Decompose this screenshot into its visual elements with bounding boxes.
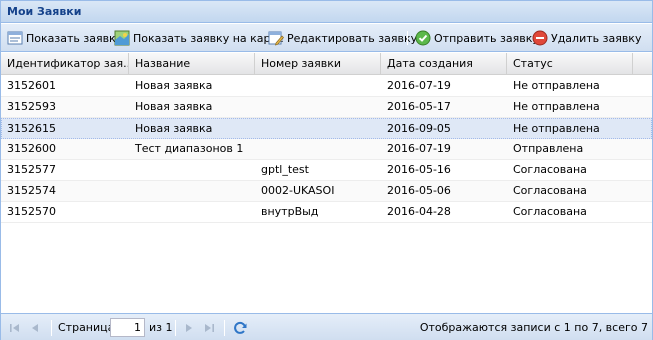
send-request-label: Отправить заявку bbox=[434, 31, 539, 45]
cell-date: 2016-04-28 bbox=[387, 205, 451, 218]
cell-date: 2016-05-16 bbox=[387, 163, 451, 176]
toolbar-separator bbox=[407, 31, 408, 45]
table-row[interactable]: 3152570 внутрВыд 2016-04-28 Согласована bbox=[1, 202, 652, 223]
form-icon bbox=[7, 31, 23, 45]
refresh-icon[interactable] bbox=[232, 320, 248, 336]
cell-number bbox=[255, 76, 381, 96]
cell-name bbox=[129, 181, 255, 201]
map-icon bbox=[114, 30, 130, 46]
grid-header: Идентификатор зая... Название Номер заяв… bbox=[1, 53, 652, 75]
cell-date: 2016-05-06 bbox=[387, 184, 451, 197]
column-header-date[interactable]: Дата создания bbox=[381, 53, 507, 75]
edit-request-label: Редактировать заявку bbox=[287, 31, 418, 45]
cell-date: 2016-05-17 bbox=[387, 100, 451, 113]
cell-id: 3152593 bbox=[7, 100, 56, 113]
page-count-label: из 1 bbox=[149, 321, 173, 334]
delete-request-button[interactable]: Удалить заявку bbox=[532, 29, 641, 47]
cell-number bbox=[255, 119, 381, 139]
cell-name bbox=[129, 160, 255, 180]
column-header-id[interactable]: Идентификатор зая... bbox=[1, 53, 129, 75]
delete-request-label: Удалить заявку bbox=[551, 31, 642, 45]
cell-status: Не отправлена bbox=[513, 100, 600, 113]
toolbar: Показать заявку Показать заявку на карте… bbox=[1, 24, 652, 52]
table-row[interactable]: 3152577 gptl_test 2016-05-16 Согласована bbox=[1, 160, 652, 181]
cell-date: 2016-07-19 bbox=[387, 79, 451, 92]
show-on-map-button[interactable]: Показать заявку на карте bbox=[114, 29, 284, 47]
panel-header: Мои Заявки bbox=[1, 1, 652, 23]
cell-name bbox=[129, 202, 255, 222]
pager-separator bbox=[175, 320, 176, 336]
cell-id: 3152570 bbox=[7, 205, 56, 218]
cell-number: gptl_test bbox=[261, 163, 309, 176]
page-label: Страница bbox=[58, 321, 115, 334]
cell-status: Согласована bbox=[513, 163, 587, 176]
cell-name: Тест диапазонов 1 bbox=[135, 142, 244, 155]
first-page-icon[interactable] bbox=[7, 320, 23, 336]
table-row[interactable]: 3152574 0002-UKASOI 2016-05-06 Согласова… bbox=[1, 181, 652, 202]
cell-status: Согласована bbox=[513, 184, 587, 197]
cell-status: Не отправлена bbox=[513, 79, 600, 92]
cell-number: 0002-UKASOI bbox=[261, 184, 335, 197]
edit-form-icon bbox=[268, 31, 284, 46]
cell-date: 2016-09-05 bbox=[387, 122, 451, 135]
cell-name: Новая заявка bbox=[135, 100, 213, 113]
show-request-label: Показать заявку bbox=[26, 31, 123, 45]
previous-page-icon[interactable] bbox=[27, 320, 43, 336]
table-row[interactable]: 3152600 Тест диапазонов 1 2016-07-19 Отп… bbox=[1, 139, 652, 160]
pager-separator bbox=[224, 320, 225, 336]
requests-panel: Мои Заявки Показать заявку Показать заяв… bbox=[0, 0, 653, 340]
paging-toolbar: Страница из 1 Отображаются записи с 1 по… bbox=[1, 313, 652, 340]
edit-request-button[interactable]: Редактировать заявку bbox=[268, 29, 417, 47]
page-number-input[interactable] bbox=[110, 318, 145, 337]
cell-status: Не отправлена bbox=[513, 122, 600, 135]
column-header-number[interactable]: Номер заявки bbox=[255, 53, 381, 75]
cell-status: Отправлена bbox=[513, 142, 584, 155]
table-row-selected[interactable]: 3152615 Новая заявка 2016-09-05 Не отпра… bbox=[1, 118, 652, 139]
pager-separator bbox=[51, 320, 52, 336]
cell-number bbox=[255, 139, 381, 159]
cell-id: 3152615 bbox=[7, 122, 56, 135]
check-circle-icon bbox=[415, 30, 431, 46]
cell-number: внутрВыд bbox=[261, 205, 319, 218]
column-header-name[interactable]: Название bbox=[129, 53, 255, 75]
show-on-map-label: Показать заявку на карте bbox=[133, 31, 284, 45]
show-request-button[interactable]: Показать заявку bbox=[7, 29, 122, 47]
cell-id: 3152574 bbox=[7, 184, 56, 197]
cell-id: 3152601 bbox=[7, 79, 56, 92]
cell-number bbox=[255, 97, 381, 117]
paging-info: Отображаются записи с 1 по 7, всего 7 bbox=[419, 321, 648, 334]
send-request-button[interactable]: Отправить заявку bbox=[415, 29, 539, 47]
column-header-status[interactable]: Статус bbox=[507, 53, 633, 75]
panel-title: Мои Заявки bbox=[7, 5, 82, 18]
cell-date: 2016-07-19 bbox=[387, 142, 451, 155]
requests-grid: Идентификатор зая... Название Номер заяв… bbox=[1, 53, 652, 309]
cell-id: 3152600 bbox=[7, 142, 56, 155]
table-row[interactable]: 3152601 Новая заявка 2016-07-19 Не отпра… bbox=[1, 76, 652, 97]
cell-name: Новая заявка bbox=[135, 79, 213, 92]
delete-circle-icon bbox=[532, 30, 548, 46]
cell-status: Согласована bbox=[513, 205, 587, 218]
cell-name: Новая заявка bbox=[135, 122, 213, 135]
last-page-icon[interactable] bbox=[201, 320, 217, 336]
table-row[interactable]: 3152593 Новая заявка 2016-05-17 Не отпра… bbox=[1, 97, 652, 118]
next-page-icon[interactable] bbox=[181, 320, 197, 336]
cell-id: 3152577 bbox=[7, 163, 56, 176]
